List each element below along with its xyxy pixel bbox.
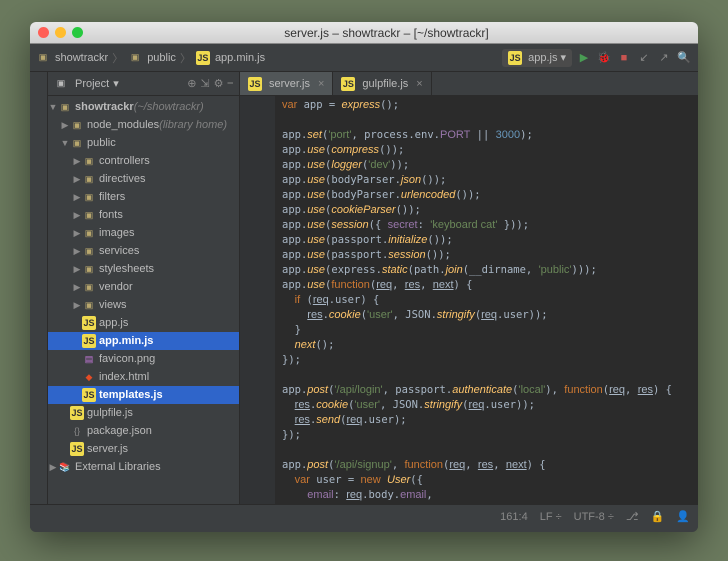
folder-icon: ▣: [58, 100, 72, 114]
js-file-icon: JS: [248, 77, 262, 91]
minimize-window-button[interactable]: [55, 27, 66, 38]
collapse-all-icon[interactable]: ⇲: [200, 77, 209, 90]
js-file-icon: JS: [82, 316, 96, 330]
gear-icon[interactable]: ⚙: [214, 77, 224, 90]
panel-title: Project: [75, 78, 109, 90]
js-file-icon: JS: [70, 442, 84, 456]
tree-folder[interactable]: ▶▣fonts: [48, 206, 239, 224]
debug-button[interactable]: 🐞: [596, 50, 612, 66]
js-file-icon: JS: [196, 51, 210, 65]
close-tab-icon[interactable]: ×: [318, 78, 324, 90]
left-gutter: [30, 72, 48, 504]
tree-folder[interactable]: ▶▣services: [48, 242, 239, 260]
folder-icon: ▣: [82, 244, 96, 258]
folder-icon: ▣: [82, 280, 96, 294]
breadcrumb: ▣showtrackr〉 ▣public〉 JSapp.min.js: [36, 50, 502, 66]
js-file-icon: JS: [341, 77, 355, 91]
run-configuration-selector[interactable]: JSapp.js ▾: [502, 49, 572, 67]
json-file-icon: {}: [70, 424, 84, 438]
tree-folder[interactable]: ▶▣filters: [48, 188, 239, 206]
editor-area: JSserver.js× JSgulpfile.js× var app = ex…: [240, 72, 698, 504]
tree-folder[interactable]: ▶▣node_modules (library home): [48, 116, 239, 134]
folder-icon: ▣: [128, 51, 142, 65]
editor-tab[interactable]: JSgulpfile.js×: [333, 72, 431, 95]
breadcrumb-item[interactable]: JSapp.min.js: [196, 51, 265, 65]
folder-icon: ▣: [82, 208, 96, 222]
project-tree[interactable]: ▼▣showtrackr (~/showtrackr) ▶▣node_modul…: [48, 96, 239, 504]
tree-folder[interactable]: ▶▣directives: [48, 170, 239, 188]
close-tab-icon[interactable]: ×: [416, 78, 422, 90]
tree-root[interactable]: ▼▣showtrackr (~/showtrackr): [48, 98, 239, 116]
tree-file[interactable]: JSapp.js: [48, 314, 239, 332]
project-icon: ▣: [54, 77, 68, 91]
close-window-button[interactable]: [38, 27, 49, 38]
tree-file[interactable]: JSgulpfile.js: [48, 404, 239, 422]
editor-tab-active[interactable]: JSserver.js×: [240, 72, 333, 95]
folder-icon: ▣: [70, 136, 84, 150]
ide-window: server.js – showtrackr – [~/showtrackr] …: [30, 22, 698, 532]
js-file-icon: JS: [508, 51, 522, 65]
tree-file[interactable]: {}package.json: [48, 422, 239, 440]
tree-folder[interactable]: ▶▣images: [48, 224, 239, 242]
search-button[interactable]: 🔍: [676, 50, 692, 66]
cursor-position[interactable]: 161:4: [500, 511, 528, 523]
tree-folder[interactable]: ▶▣stylesheets: [48, 260, 239, 278]
folder-icon: ▣: [82, 298, 96, 312]
code-editor[interactable]: var app = express(); app.set('port', pro…: [240, 96, 698, 504]
zoom-window-button[interactable]: [72, 27, 83, 38]
editor-tabs: JSserver.js× JSgulpfile.js×: [240, 72, 698, 96]
titlebar: server.js – showtrackr – [~/showtrackr]: [30, 22, 698, 44]
code-content[interactable]: var app = express(); app.set('port', pro…: [276, 96, 698, 504]
toolbar-right: JSapp.js ▾ ▶ 🐞 ■ ↙ ↗ 🔍: [502, 49, 692, 67]
breadcrumb-item[interactable]: ▣public〉: [128, 50, 193, 66]
folder-icon: ▣: [82, 172, 96, 186]
window-title: server.js – showtrackr – [~/showtrackr]: [83, 26, 690, 40]
status-bar: 161:4 LF ÷ UTF-8 ÷ ⎇ 🔒 👤: [30, 504, 698, 528]
hector-icon[interactable]: 👤: [676, 510, 690, 523]
tree-file[interactable]: ◆index.html: [48, 368, 239, 386]
lock-icon[interactable]: 🔒: [651, 510, 665, 523]
js-file-icon: JS: [82, 334, 96, 348]
folder-icon: ▣: [36, 51, 50, 65]
folder-icon: ▣: [82, 190, 96, 204]
tree-file[interactable]: JSserver.js: [48, 440, 239, 458]
js-file-icon: JS: [82, 388, 96, 402]
hide-icon[interactable]: ⎯: [228, 77, 234, 90]
tree-folder[interactable]: ▶▣views: [48, 296, 239, 314]
scroll-from-source-icon[interactable]: ⊕: [187, 77, 196, 90]
line-separator[interactable]: LF ÷: [540, 511, 562, 523]
tree-folder[interactable]: ▼▣public: [48, 134, 239, 152]
folder-icon: ▣: [70, 118, 84, 132]
folder-icon: ▣: [82, 226, 96, 240]
html-file-icon: ◆: [82, 370, 96, 384]
image-file-icon: ▤: [82, 352, 96, 366]
js-file-icon: JS: [70, 406, 84, 420]
line-gutter: [240, 96, 276, 504]
tree-external-libraries[interactable]: ▶📚External Libraries: [48, 458, 239, 476]
chevron-down-icon[interactable]: ▾: [113, 77, 119, 90]
tree-file[interactable]: ▤favicon.png: [48, 350, 239, 368]
run-button[interactable]: ▶: [576, 50, 592, 66]
tree-folder[interactable]: ▶▣controllers: [48, 152, 239, 170]
project-panel-header: ▣ Project ▾ ⊕ ⇲ ⚙ ⎯: [48, 72, 239, 96]
project-tool-window: ▣ Project ▾ ⊕ ⇲ ⚙ ⎯ ▼▣showtrackr (~/show…: [48, 72, 240, 504]
main-body: ▣ Project ▾ ⊕ ⇲ ⚙ ⎯ ▼▣showtrackr (~/show…: [30, 72, 698, 504]
folder-icon: ▣: [82, 262, 96, 276]
stop-button[interactable]: ■: [616, 50, 632, 66]
navigation-bar: ▣showtrackr〉 ▣public〉 JSapp.min.js JSapp…: [30, 44, 698, 72]
tree-file-selected[interactable]: JStemplates.js: [48, 386, 239, 404]
library-icon: 📚: [58, 460, 72, 474]
breadcrumb-item[interactable]: ▣showtrackr〉: [36, 50, 125, 66]
tree-file-selected[interactable]: JSapp.min.js: [48, 332, 239, 350]
chevron-down-icon: ▾: [560, 51, 566, 64]
vcs-update-button[interactable]: ↙: [636, 50, 652, 66]
git-branch-icon[interactable]: ⎇: [626, 510, 639, 523]
tree-folder[interactable]: ▶▣vendor: [48, 278, 239, 296]
file-encoding[interactable]: UTF-8 ÷: [574, 511, 614, 523]
vcs-commit-button[interactable]: ↗: [656, 50, 672, 66]
window-controls: [38, 27, 83, 38]
folder-icon: ▣: [82, 154, 96, 168]
